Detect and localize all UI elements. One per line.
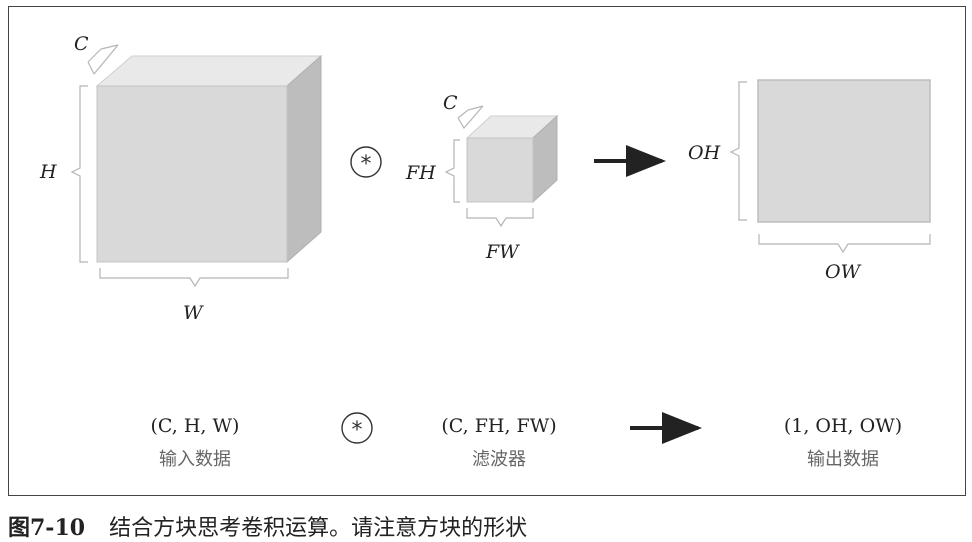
input-w-label: W	[183, 302, 204, 324]
input-shape-text: (C, H, W)	[151, 415, 240, 437]
figure-caption: 图7-10 结合方块思考卷积运算。请注意方块的形状	[8, 510, 527, 542]
output-oh-bracket	[729, 81, 747, 221]
output-plane	[757, 79, 931, 223]
filter-fw-bracket	[466, 208, 534, 228]
svg-text:*: *	[361, 152, 372, 177]
filter-fw-label: FW	[485, 241, 520, 263]
output-shape-text: (1, OH, OW)	[784, 415, 902, 437]
filter-c-bracket	[457, 105, 484, 130]
convolution-operator-icon-bottom: *	[341, 412, 373, 444]
input-cube	[95, 54, 323, 264]
input-h-bracket	[70, 85, 88, 263]
filter-fh-label: FH	[405, 162, 436, 184]
filter-cube	[465, 114, 559, 204]
convolution-diagram: C H W * C FH FW OH OW (C, H, W) 输入数据 * (…	[39, 33, 931, 470]
figure-number: 图7-10	[8, 515, 86, 541]
filter-c-label: C	[443, 92, 458, 114]
svg-text:*: *	[352, 418, 363, 443]
output-ow-label: OW	[825, 261, 862, 283]
input-c-label: C	[74, 33, 89, 55]
input-c-bracket	[87, 44, 119, 75]
input-name-text: 输入数据	[159, 449, 231, 470]
filter-fh-bracket	[444, 139, 460, 203]
filter-shape-text: (C, FH, FW)	[441, 415, 556, 437]
output-name-text: 输出数据	[807, 449, 879, 470]
input-w-bracket	[99, 268, 289, 288]
filter-name-text: 滤波器	[472, 449, 526, 470]
output-ow-bracket	[758, 234, 931, 254]
output-oh-label: OH	[688, 142, 721, 164]
convolution-operator-icon: *	[350, 146, 382, 178]
figure-caption-text: 结合方块思考卷积运算。请注意方块的形状	[109, 516, 528, 541]
input-h-label: H	[39, 161, 57, 183]
